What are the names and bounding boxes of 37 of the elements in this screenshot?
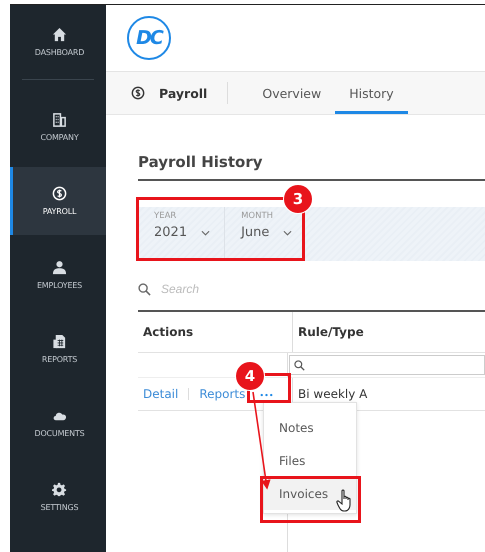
page-title: Payroll History	[138, 153, 485, 181]
report-icon	[52, 334, 67, 349]
dollar-icon	[131, 86, 145, 100]
sidebar-item[interactable]: SETTINGS	[10, 460, 106, 534]
tab[interactable]: Overview	[248, 75, 336, 114]
filter-label: MONTH	[241, 211, 274, 221]
menu-item[interactable]: Notes	[264, 411, 356, 444]
table-cell: Bi weekly A	[298, 387, 368, 401]
filter-dropdown[interactable]: June	[241, 225, 292, 240]
filter-dropdown[interactable]: 2021	[154, 225, 210, 240]
chevron-down-icon	[283, 230, 292, 236]
sidebar-item[interactable]: REPORTS	[10, 312, 106, 386]
sidebar-item[interactable]: DOCUMENTS	[10, 386, 106, 460]
search-icon	[294, 360, 305, 370]
action-link[interactable]: Detail	[143, 387, 178, 401]
dollar-icon	[52, 186, 67, 201]
step-badge: 4	[235, 361, 265, 391]
sidebar-item[interactable]: EMPLOYEES	[10, 238, 106, 312]
step-badge: 3	[283, 184, 313, 214]
search-icon	[138, 282, 151, 296]
building-icon	[52, 112, 67, 127]
search-field[interactable]: Search	[161, 282, 311, 296]
person-icon	[52, 260, 67, 275]
column-filter-field[interactable]	[289, 355, 485, 375]
logo: DC	[127, 16, 171, 60]
chevron-down-icon	[201, 230, 210, 236]
filter-label: YEAR	[154, 211, 178, 221]
sidebar-item[interactable]: DASHBOARD	[10, 5, 106, 79]
column-header: Actions	[143, 325, 194, 339]
home-icon	[52, 27, 67, 42]
menu-item[interactable]: Files	[264, 444, 356, 477]
sidebar-item[interactable]: COMPANY	[10, 90, 106, 164]
gear-icon	[52, 482, 67, 497]
tab[interactable]: History	[335, 75, 408, 114]
column-header: Rule/Type	[298, 325, 364, 339]
section-title: Payroll	[159, 86, 208, 100]
sidebar-item[interactable]: PAYROLL	[10, 167, 106, 235]
